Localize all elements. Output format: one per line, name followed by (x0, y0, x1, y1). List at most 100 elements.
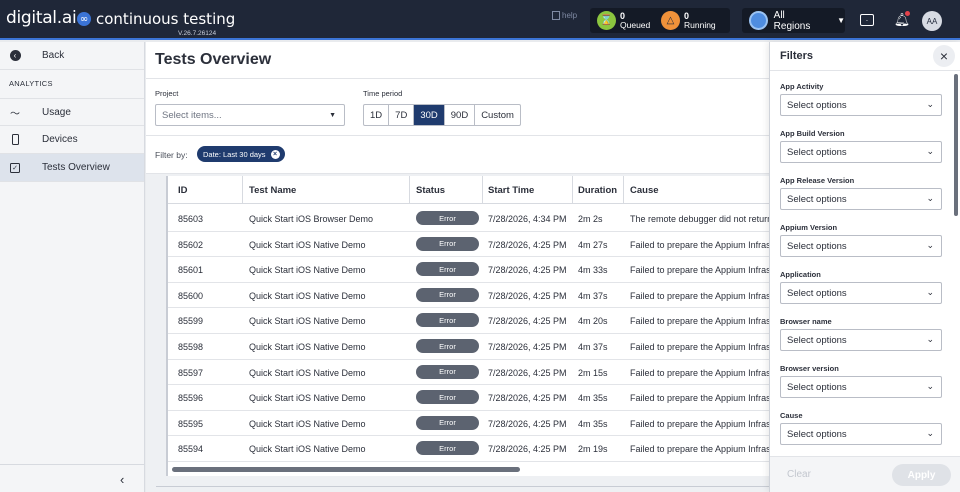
table-row[interactable]: 85595 Quick Start iOS Native Demo Error … (168, 411, 772, 437)
status-badge: Error (416, 313, 479, 328)
period-7d-button[interactable]: 7D (389, 105, 415, 125)
table-row[interactable]: 85599 Quick Start iOS Native Demo Error … (168, 308, 772, 334)
column-header-cause[interactable]: Cause (630, 185, 659, 196)
table-area: ID Test Name Status Start Time Duration … (146, 173, 772, 492)
column-divider[interactable] (242, 176, 243, 204)
queued-indicator[interactable]: ⌛ 0 Queued (597, 11, 650, 30)
column-header-id[interactable]: ID (178, 185, 188, 196)
monitor-icon[interactable]: · (860, 14, 874, 26)
column-divider[interactable] (409, 176, 410, 204)
region-selector[interactable]: All Regions ▼ (742, 8, 845, 33)
table-row[interactable]: 85602 Quick Start iOS Native Demo Error … (168, 232, 772, 258)
cell-test-name[interactable]: Quick Start iOS Native Demo (249, 419, 366, 429)
back-icon: ‹ (9, 50, 21, 62)
filters-title: Filters (780, 50, 814, 62)
filter-select-appium-version[interactable]: Select options ⌄ (780, 235, 942, 257)
chart-line-icon: 〜 (10, 108, 20, 120)
close-icon[interactable]: × (933, 45, 955, 67)
period-30d-button[interactable]: 30D (414, 105, 445, 125)
brand-logo[interactable]: digital.ai (6, 8, 77, 28)
cell-start-time: 7/28/2026, 4:25 PM (488, 418, 567, 429)
broken-image-icon (552, 11, 560, 20)
region-label: All Regions (773, 9, 811, 32)
apply-button[interactable]: Apply (892, 464, 951, 486)
chevron-down-icon: ⌄ (926, 240, 934, 250)
notification-dot (905, 11, 910, 16)
cell-id: 85594 (178, 444, 204, 455)
status-badge: Error (416, 441, 479, 456)
close-icon[interactable]: × (270, 149, 280, 159)
cell-duration: 4m 35s (578, 418, 608, 429)
filter-select-browser-version[interactable]: Select options ⌄ (780, 376, 942, 398)
clear-button[interactable]: Clear (787, 469, 811, 480)
project-select[interactable]: Select items... ▼ (155, 104, 345, 126)
column-divider[interactable] (623, 176, 624, 204)
table-row[interactable]: 85594 Quick Start iOS Native Demo Error … (168, 436, 772, 462)
column-header-start-time[interactable]: Start Time (488, 185, 534, 196)
cell-id: 85596 (178, 393, 204, 404)
help-link[interactable]: help (552, 11, 577, 20)
select-placeholder: Select options (787, 334, 847, 346)
cell-test-name[interactable]: Quick Start iOS Native Demo (249, 240, 366, 250)
table-row[interactable]: 85601 Quick Start iOS Native Demo Error … (168, 257, 772, 283)
queue-status[interactable]: ⌛ 0 Queued △ 0 Running (590, 8, 730, 33)
avatar[interactable]: AA (922, 11, 942, 31)
column-header-status[interactable]: Status (416, 185, 445, 196)
cell-duration: 4m 27s (578, 239, 608, 250)
scrollbar-thumb[interactable] (172, 467, 520, 472)
column-divider[interactable] (572, 176, 573, 204)
filter-label-appium-version: Appium Version (780, 223, 838, 232)
chevron-down-icon: ⌄ (926, 146, 934, 156)
cell-test-name[interactable]: Quick Start iOS Native Demo (249, 265, 366, 275)
table-row[interactable]: 85603 Quick Start iOS Browser Demo Error… (168, 206, 772, 232)
filter-select-app-release-version[interactable]: Select options ⌄ (780, 188, 942, 210)
cell-duration: 2m 2s (578, 214, 603, 224)
chevron-down-icon: ⌄ (926, 193, 934, 203)
cell-cause: Failed to prepare the Appium Infrastruct… (630, 265, 770, 276)
table-row[interactable]: 85596 Quick Start iOS Native Demo Error … (168, 385, 772, 411)
cell-start-time: 7/28/2026, 4:25 PM (488, 290, 567, 301)
cell-test-name[interactable]: Quick Start iOS Native Demo (249, 291, 366, 301)
divider (770, 70, 960, 71)
table-row[interactable]: 85597 Quick Start iOS Native Demo Error … (168, 360, 772, 386)
column-header-test-name[interactable]: Test Name (249, 185, 296, 196)
project-label: Project (155, 89, 179, 98)
cell-test-name[interactable]: Quick Start iOS Native Demo (249, 393, 366, 403)
cell-test-name[interactable]: Quick Start iOS Native Demo (249, 316, 366, 326)
filter-select-cause[interactable]: Select options ⌄ (780, 423, 942, 445)
sidebar-back[interactable]: ‹ Back (0, 42, 144, 70)
sidebar-item-tests-overview[interactable]: ✓ Tests Overview (0, 154, 144, 182)
cell-test-name[interactable]: Quick Start iOS Native Demo (249, 342, 366, 352)
filter-select-app-build-version[interactable]: Select options ⌄ (780, 141, 942, 163)
sidebar-item-devices[interactable]: Devices (0, 126, 144, 154)
filter-select-application[interactable]: Select options ⌄ (780, 282, 942, 304)
sidebar-back-label: Back (42, 50, 65, 61)
cell-duration: 4m 20s (578, 316, 608, 327)
chevron-down-icon: ⌄ (926, 287, 934, 297)
cell-id: 85603 (178, 214, 204, 224)
filter-select-app-activity[interactable]: Select options ⌄ (780, 94, 942, 116)
chevron-down-icon: ⌄ (926, 428, 934, 438)
filter-select-browser-name[interactable]: Select options ⌄ (780, 329, 942, 351)
running-indicator[interactable]: △ 0 Running (661, 11, 716, 30)
period-90d-button[interactable]: 90D (445, 105, 476, 125)
period-custom-button[interactable]: Custom (475, 105, 520, 125)
date-filter-chip[interactable]: Date: Last 30 days × (197, 146, 285, 162)
table-row[interactable]: 85600 Quick Start iOS Native Demo Error … (168, 283, 772, 309)
collapse-sidebar-icon[interactable]: ‹ (120, 472, 124, 487)
sidebar: ‹ Back ANALYTICS 〜 Usage Devices ✓ Tests… (0, 42, 145, 492)
cell-test-name[interactable]: Quick Start iOS Native Demo (249, 444, 366, 454)
cell-duration: 2m 19s (578, 444, 608, 455)
cell-test-name[interactable]: Quick Start iOS Browser Demo (249, 214, 373, 224)
column-header-duration[interactable]: Duration (578, 185, 617, 196)
filter-by-label: Filter by: (155, 150, 188, 160)
cell-start-time: 7/28/2026, 4:34 PM (488, 214, 567, 224)
vertical-scrollbar[interactable] (954, 74, 958, 216)
column-divider[interactable] (482, 176, 483, 204)
table-row[interactable]: 85598 Quick Start iOS Native Demo Error … (168, 334, 772, 360)
cell-test-name[interactable]: Quick Start iOS Native Demo (249, 368, 366, 378)
horizontal-scrollbar[interactable] (172, 467, 772, 473)
cell-id: 85599 (178, 316, 204, 327)
period-1d-button[interactable]: 1D (364, 105, 390, 125)
sidebar-item-usage[interactable]: 〜 Usage (0, 98, 144, 126)
